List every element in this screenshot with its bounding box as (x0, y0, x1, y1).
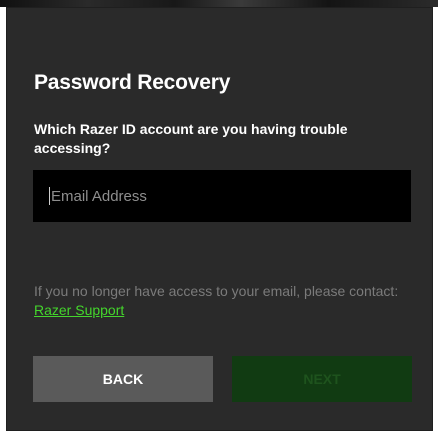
email-field[interactable] (33, 170, 411, 222)
password-recovery-dialog: Password Recovery Which Razer ID account… (6, 7, 433, 431)
text-cursor (49, 187, 50, 205)
help-message: If you no longer have access to your ema… (34, 282, 414, 320)
razer-support-link[interactable]: Razer Support (34, 302, 124, 318)
back-button[interactable]: BACK (33, 356, 213, 402)
help-text: If you no longer have access to your ema… (34, 283, 399, 299)
recovery-question: Which Razer ID account are you having tr… (34, 121, 348, 156)
background-strip (0, 0, 438, 7)
email-field-container (33, 170, 411, 222)
page-title: Password Recovery (34, 71, 231, 94)
next-button[interactable]: NEXT (232, 356, 412, 402)
